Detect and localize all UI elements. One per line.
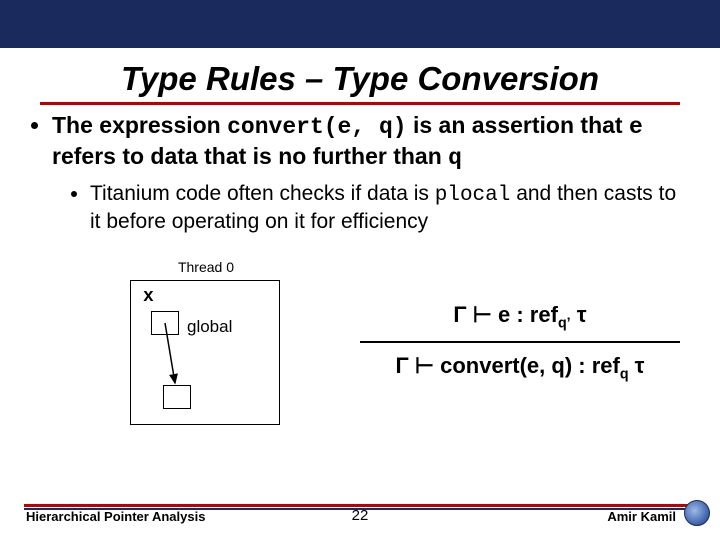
- slide-title: Type Rules – Type Conversion: [0, 60, 720, 98]
- bullet-2: Titanium code often checks if data is pl…: [90, 181, 692, 236]
- footer-author: Amir Kamil: [607, 509, 676, 524]
- header-bar: [0, 0, 720, 48]
- pointer-arrow: [131, 281, 281, 426]
- slide: { "title": "Type Rules – Type Conversion…: [0, 0, 720, 540]
- b1-pre: The expression: [52, 112, 227, 138]
- b1-mid2: refers to data that is no further than: [52, 143, 448, 169]
- thread-label: Thread 0: [131, 259, 281, 275]
- footer: Hierarchical Pointer Analysis 22 Amir Ka…: [0, 502, 720, 530]
- thread-box: Thread 0 x global: [130, 280, 280, 425]
- b2-code1: plocal: [435, 184, 511, 207]
- b1-mid1: is an assertion that: [407, 112, 629, 138]
- rule-separator: [360, 341, 680, 343]
- rule-conclusion: Γ ⊢ convert(e, q) : refq τ: [360, 353, 680, 382]
- rule-premise: Γ ⊢ e : refq’ τ: [360, 302, 680, 331]
- b1-code1: convert(e, q): [227, 114, 406, 140]
- bullet-1: The expression convert(e, q) is an asser…: [52, 111, 692, 235]
- seal-icon: [684, 500, 710, 526]
- b2-pre: Titanium code often checks if data is: [90, 182, 435, 205]
- type-rule: Γ ⊢ e : refq’ τ Γ ⊢ convert(e, q) : refq…: [360, 302, 680, 383]
- content-area: The expression convert(e, q) is an asser…: [0, 105, 720, 235]
- b1-code2: e: [629, 114, 643, 140]
- b1-code3: q: [448, 145, 462, 171]
